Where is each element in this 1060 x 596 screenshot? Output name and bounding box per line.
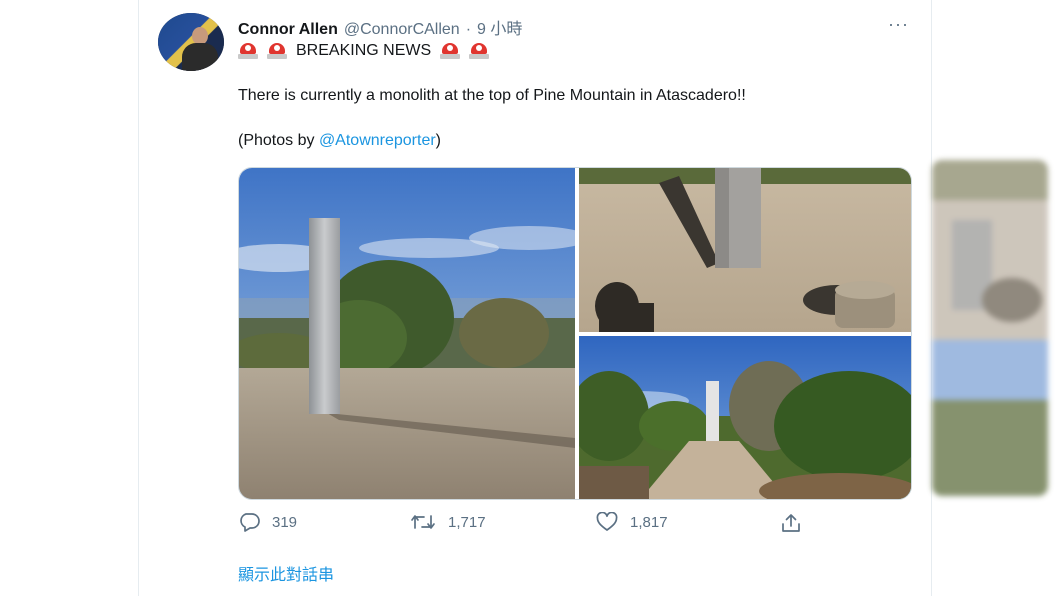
tweet-actions: 319 1,717 1,817 xyxy=(238,512,808,540)
breaking-news-text: BREAKING NEWS xyxy=(296,42,432,59)
like-count: 1,817 xyxy=(630,513,668,531)
author-handle[interactable]: @ConnorCAllen xyxy=(344,21,460,39)
tweet-body: There is currently a monolith at the top… xyxy=(238,87,746,104)
page: Connor Allen @ConnorCAllen · 9 小時 ··· BR… xyxy=(0,0,1060,596)
more-options-icon[interactable]: ··· xyxy=(888,14,909,35)
photo-credit: (Photos by @Atownreporter) xyxy=(238,132,441,149)
share-button[interactable] xyxy=(780,512,802,534)
author-name[interactable]: Connor Allen xyxy=(238,21,338,39)
photo-monolith-sky[interactable] xyxy=(239,168,575,499)
avatar[interactable] xyxy=(158,13,224,71)
reply-button[interactable]: 319 xyxy=(238,512,297,532)
like-icon xyxy=(596,512,618,531)
tweet-header: Connor Allen @ConnorCAllen · 9 小時 xyxy=(238,15,522,39)
retweet-button[interactable]: 1,717 xyxy=(410,512,486,532)
photo-monolith-shadow[interactable] xyxy=(579,168,911,332)
reply-icon xyxy=(240,513,260,532)
police-light-icon xyxy=(469,42,490,60)
separator-dot: · xyxy=(465,21,472,38)
reply-count: 319 xyxy=(272,513,298,531)
mention-link[interactable]: @Atownreporter xyxy=(319,132,436,149)
timestamp[interactable]: 9 小時 xyxy=(477,15,522,39)
police-light-icon xyxy=(238,42,258,60)
show-thread-link[interactable]: 顯示此對話串 xyxy=(238,561,334,585)
like-button[interactable]: 1,817 xyxy=(596,512,668,532)
police-light-icon xyxy=(440,42,461,60)
share-icon xyxy=(782,514,800,532)
police-light-icon xyxy=(267,42,287,60)
media-grid xyxy=(238,167,912,500)
retweet-count: 1,717 xyxy=(448,513,486,531)
blurred-side-image xyxy=(932,160,1048,496)
breaking-news-line: BREAKING NEWS xyxy=(238,40,490,62)
photo-monolith-distance[interactable] xyxy=(579,336,911,499)
retweet-icon xyxy=(411,515,435,529)
